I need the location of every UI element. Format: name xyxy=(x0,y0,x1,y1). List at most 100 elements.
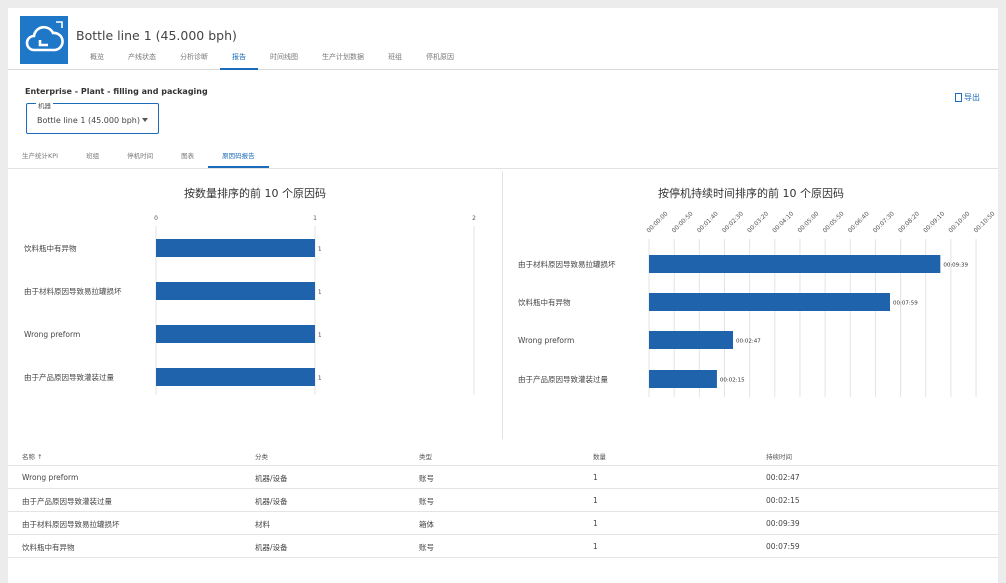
report-tabs: 生产统计KPI 班组 停机时间 图表 原因码报告 xyxy=(8,148,269,168)
table-cell: 00:02:15 xyxy=(766,496,800,505)
table-cell: 机器/设备 xyxy=(255,497,288,506)
nav-item[interactable]: 报告 xyxy=(220,49,258,70)
nav-item[interactable]: 停机原因 xyxy=(414,49,466,70)
column-header[interactable]: 名称 ↑ xyxy=(22,451,43,461)
export-label: 导出 xyxy=(964,93,980,102)
bar[interactable] xyxy=(156,325,315,343)
tab[interactable]: 停机时间 xyxy=(113,148,167,168)
nav-item[interactable]: 概览 xyxy=(76,49,116,70)
x-tick-label: 00:06:40 xyxy=(847,210,871,234)
x-tick-label: 2 xyxy=(472,215,476,222)
nav-item[interactable]: 分析诊断 xyxy=(168,49,220,70)
data-label: 00:02:15 xyxy=(720,378,745,384)
bar[interactable] xyxy=(156,368,315,386)
x-tick-label: 00:08:20 xyxy=(897,210,921,234)
x-tick-label: 00:05:00 xyxy=(796,210,820,234)
table-cell: 1 xyxy=(593,519,598,528)
data-label: 1 xyxy=(318,333,322,339)
data-label: 00:07:59 xyxy=(893,301,918,307)
x-tick-label: 00:01:40 xyxy=(696,210,720,234)
table-cell: 1 xyxy=(593,496,598,505)
x-tick-label: 1 xyxy=(313,215,317,222)
bar[interactable] xyxy=(156,282,315,300)
data-label: 1 xyxy=(318,290,322,296)
table-cell: 饮料瓶中有异物 xyxy=(22,543,75,552)
app-window: Bottle line 1 (45.000 bph) 概览 产线状态 分析诊断 报告时… xyxy=(8,8,998,583)
x-tick-label: 00:10:00 xyxy=(947,210,971,234)
category-label: 饮料瓶中有异物 xyxy=(518,297,571,307)
machine-select-label: 机器 xyxy=(36,100,53,110)
cloud-logo-icon xyxy=(20,16,68,64)
column-header[interactable]: 类型 xyxy=(419,451,432,461)
x-tick-label: 00:03:20 xyxy=(746,210,770,234)
table-cell: 箱体 xyxy=(419,520,434,529)
export-button[interactable]: 导出 xyxy=(955,92,980,103)
bar[interactable] xyxy=(156,239,315,257)
table-cell: 机器/设备 xyxy=(255,543,288,552)
table-row[interactable]: 由于产品原因导致灌装过量 机器/设备 账号 1 00:02:15 xyxy=(8,489,998,512)
table-row[interactable]: 由于材料原因导致易拉罐损坏 材料 箱体 1 00:09:39 xyxy=(8,512,998,535)
category-label: 由于产品原因导致灌装过量 xyxy=(24,372,114,382)
x-tick-label: 0 xyxy=(154,215,158,222)
export-icon xyxy=(955,93,962,102)
breadcrumb: Enterprise - Plant - filling and packagi… xyxy=(25,87,208,96)
category-label: Wrong preform xyxy=(518,336,574,345)
x-tick-label: 00:04:10 xyxy=(771,210,795,234)
nav-item[interactable]: 时间线图 xyxy=(258,49,310,70)
bar[interactable] xyxy=(649,293,891,311)
table-cell: 机器/设备 xyxy=(255,474,288,483)
chart-panel-duration: 按停机持续时间排序的前 10 个原因码 00:00:00 00:00:50 00:0… xyxy=(504,171,998,439)
page-title: Bottle line 1 (45.000 bph) xyxy=(76,28,237,43)
x-tick-label: 00:10:50 xyxy=(973,210,997,234)
nav-item[interactable]: 班组 xyxy=(376,49,414,70)
category-label: Wrong preform xyxy=(24,330,80,339)
table-cell: 账号 xyxy=(419,543,434,552)
main-nav: 概览 产线状态 分析诊断 报告 时间线图 生产计划数据 班组 停机原因 xyxy=(76,49,466,70)
category-label: 由于产品原因导致灌装过量 xyxy=(518,374,608,384)
table-cell: Wrong preform xyxy=(22,473,79,482)
data-label: 1 xyxy=(318,376,322,382)
category-label: 由于材料原因导致易拉罐损坏 xyxy=(24,286,122,296)
table-cell: 00:09:39 xyxy=(766,519,800,528)
x-tick-label: 00:00:00 xyxy=(645,210,669,234)
nav-item[interactable]: 生产计划数据 xyxy=(310,49,376,70)
bar-chart-count: 0 1 2 饮料瓶中有异物 1 由于材料原因导致易拉罐损坏 1 Wrong preform 1 由… xyxy=(24,215,476,395)
table-cell: 00:07:59 xyxy=(766,542,800,551)
category-label: 由于材料原因导致易拉罐损坏 xyxy=(518,259,616,269)
table-header-row: 名称 ↑ 分类 类型 数量 持续时间 xyxy=(8,442,998,466)
table-cell: 账号 xyxy=(419,497,434,506)
table-row[interactable]: 饮料瓶中有异物 机器/设备 账号 1 00:07:59 xyxy=(8,535,998,558)
x-tick-label: 00:02:30 xyxy=(721,210,745,234)
bar[interactable] xyxy=(649,255,941,273)
table-cell: 材料 xyxy=(255,520,270,529)
data-label: 1 xyxy=(318,247,322,253)
table-cell: 00:02:47 xyxy=(766,473,800,482)
table-cell: 由于产品原因导致灌装过量 xyxy=(22,497,112,506)
data-label: 00:02:47 xyxy=(736,339,761,345)
tab[interactable]: 班组 xyxy=(72,148,113,168)
reason-code-table: 名称 ↑ 分类 类型 数量 持续时间 Wrong preform 机器/设备 账号 1 00:02… xyxy=(8,442,998,558)
x-tick-label: 00:00:50 xyxy=(671,210,695,234)
chart-panel-count: 按数量排序的前 10 个原因码 0 1 2 饮料瓶中有异物 1 由于材料原因导致易拉罐损坏… xyxy=(8,171,503,439)
bar[interactable] xyxy=(649,370,717,388)
nav-item[interactable]: 产线状态 xyxy=(116,49,168,70)
x-tick-label: 00:09:10 xyxy=(922,210,946,234)
bar[interactable] xyxy=(649,331,734,349)
table-row[interactable]: Wrong preform 机器/设备 账号 1 00:02:47 xyxy=(8,466,998,489)
table-cell: 1 xyxy=(593,542,598,551)
bar-chart-duration: 00:00:00 00:00:50 00:01:40 00:02:30 00:03:20… xyxy=(518,210,997,397)
column-header[interactable]: 分类 xyxy=(255,451,268,461)
table-cell: 账号 xyxy=(419,474,434,483)
category-label: 饮料瓶中有异物 xyxy=(24,243,77,253)
tab[interactable]: 生产统计KPI xyxy=(8,148,72,168)
data-label: 00:09:39 xyxy=(943,263,968,269)
column-header[interactable]: 持续时间 xyxy=(766,451,792,461)
header: Bottle line 1 (45.000 bph) 概览 产线状态 分析诊断 报告时… xyxy=(8,8,998,70)
x-tick-label: 00:07:30 xyxy=(872,210,896,234)
machine-select-value: Bottle line 1 (45.000 bph) xyxy=(37,116,140,125)
tab[interactable]: 原因码报告 xyxy=(208,148,269,168)
divider xyxy=(8,168,998,169)
column-header[interactable]: 数量 xyxy=(593,451,606,461)
tab[interactable]: 图表 xyxy=(167,148,208,168)
x-tick-label: 00:05:50 xyxy=(822,210,846,234)
